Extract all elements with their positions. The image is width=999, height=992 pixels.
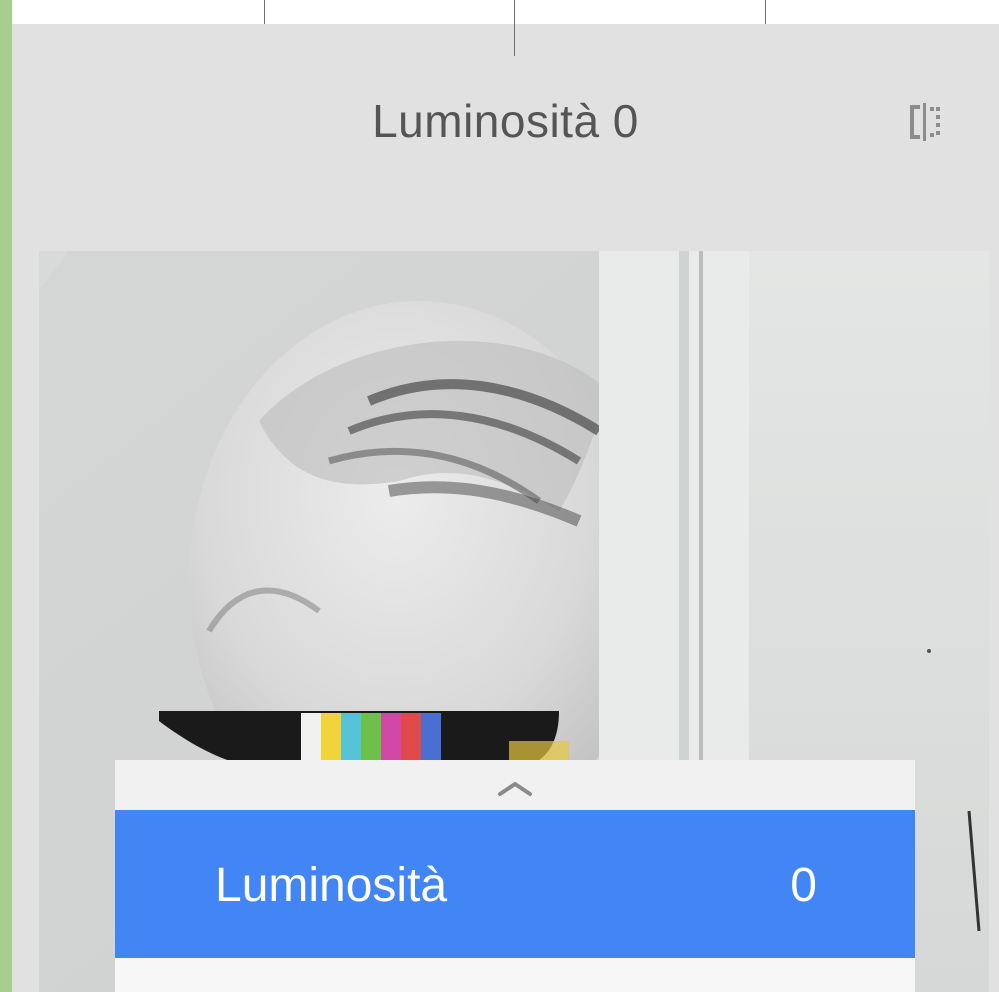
title-bar: Luminosità 0 bbox=[12, 24, 999, 250]
page-title: Luminosità 0 bbox=[372, 95, 639, 147]
adjustment-label: Luminosità bbox=[215, 859, 448, 912]
adjustment-item-brightness[interactable]: Luminosità 0 bbox=[115, 810, 915, 958]
top-strip bbox=[12, 0, 999, 56]
editor-screen: Luminosità 0 Luminosità 0 bbox=[12, 0, 999, 992]
chevron-up-icon[interactable] bbox=[490, 774, 540, 804]
grid-tick bbox=[765, 0, 766, 24]
compare-split-icon[interactable] bbox=[908, 101, 942, 143]
adjustment-panel: Luminosità 0 bbox=[115, 760, 915, 992]
adjustment-value: 0 bbox=[790, 859, 817, 912]
grid-tick bbox=[264, 0, 265, 24]
adjustment-item-next[interactable] bbox=[115, 958, 915, 992]
